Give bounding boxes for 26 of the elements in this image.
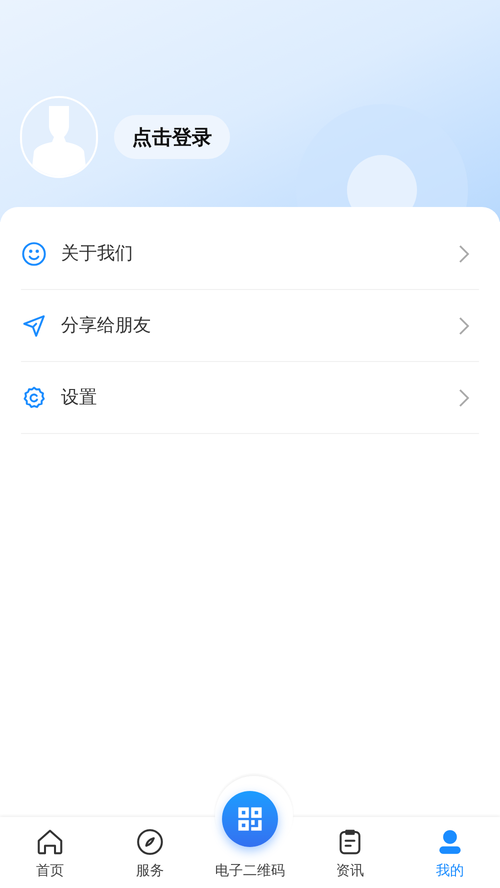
send-icon xyxy=(21,312,47,338)
menu-item[interactable]: 分享给朋友 xyxy=(21,290,479,362)
gear-icon xyxy=(21,384,47,410)
menu-item[interactable]: 关于我们 xyxy=(21,218,479,290)
chevron-right-icon xyxy=(457,242,471,264)
tab-label: 首页 xyxy=(36,862,64,881)
tab-label: 我的 xyxy=(436,862,464,881)
tab[interactable]: 资讯 xyxy=(300,776,400,888)
tab[interactable]: 服务 xyxy=(100,776,200,888)
login-button[interactable]: 点击登录 xyxy=(114,115,230,159)
menu-item[interactable]: 设置 xyxy=(21,362,479,434)
tab[interactable]: 电子二维码 xyxy=(200,776,300,888)
tab-label: 服务 xyxy=(136,862,164,881)
menu-label: 关于我们 xyxy=(61,242,134,266)
person-silhouette-icon xyxy=(31,106,87,176)
compass-icon xyxy=(135,827,165,857)
tab-label: 资讯 xyxy=(336,862,364,881)
home-icon xyxy=(35,827,65,857)
chevron-right-icon xyxy=(457,314,471,336)
chevron-right-icon xyxy=(457,386,471,408)
menu-label: 分享给朋友 xyxy=(61,314,152,338)
smiley-icon xyxy=(21,240,47,266)
tab[interactable]: 首页 xyxy=(0,776,100,888)
menu-label: 设置 xyxy=(61,386,98,410)
qr-code-icon xyxy=(236,805,264,833)
tab-label: 电子二维码 xyxy=(215,862,285,881)
